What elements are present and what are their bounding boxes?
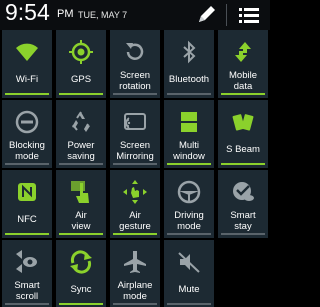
gps-icon <box>68 39 94 65</box>
tile-label: S Beam <box>226 144 260 155</box>
tile-label: GPS <box>70 74 92 85</box>
tile-gps[interactable]: GPS <box>56 30 106 98</box>
tile-label: Driving mode <box>174 210 204 232</box>
tile-label: Wi-Fi <box>15 74 39 85</box>
toggle-state-bar <box>167 303 211 305</box>
tile-power-saving[interactable]: Power saving <box>56 100 106 168</box>
tile-label: Multi window <box>173 140 205 162</box>
status-divider <box>226 4 227 26</box>
tile-label: Air view <box>71 210 91 232</box>
toggle-state-bar <box>221 93 265 95</box>
recycle-icon <box>68 109 94 135</box>
toggle-state-bar <box>167 93 211 95</box>
smart-scroll-icon <box>14 249 40 275</box>
tile-air-gesture[interactable]: Air gesture <box>110 170 160 238</box>
tile-bluetooth[interactable]: Bluetooth <box>164 30 214 98</box>
nfc-icon <box>14 179 40 205</box>
blocking-icon <box>14 109 40 135</box>
toggle-state-bar <box>221 163 265 165</box>
tile-label: Screen rotation <box>119 70 151 92</box>
toggle-state-bar <box>113 163 157 165</box>
tile-label: NFC <box>17 214 37 225</box>
tile-driving-mode[interactable]: Driving mode <box>164 170 214 238</box>
tile-label: Smart stay <box>230 210 256 232</box>
toggle-state-bar <box>113 233 157 235</box>
status-bar: 9:54 PM TUE, MAY 7 <box>0 0 270 30</box>
date-text: TUE, MAY 7 <box>78 10 128 20</box>
tile-label: Smart scroll <box>14 280 40 302</box>
toggle-state-bar <box>5 303 49 305</box>
toggle-state-bar <box>59 163 103 165</box>
tile-nfc[interactable]: NFC <box>2 170 52 238</box>
tile-sync[interactable]: Sync <box>56 240 106 307</box>
quick-settings-panel: 9:54 PM TUE, MAY 7 Wi-Fi GPS Screen rotat… <box>0 0 270 307</box>
tile-label: Mobile data <box>229 70 257 92</box>
mobile-data-icon <box>230 39 256 65</box>
tile-wifi[interactable]: Wi-Fi <box>2 30 52 98</box>
list-icon[interactable] <box>236 2 262 28</box>
tile-smart-stay[interactable]: Smart stay <box>218 170 268 238</box>
tile-mobile-data[interactable]: Mobile data <box>218 30 268 98</box>
tile-screen-mirroring[interactable]: Screen Mirroring <box>110 100 160 168</box>
air-view-icon <box>68 179 94 205</box>
tile-label: Airplane mode <box>117 280 153 302</box>
tile-label: Screen Mirroring <box>116 140 154 162</box>
toggle-state-bar <box>5 163 49 165</box>
toggle-state-bar <box>5 93 49 95</box>
toggle-state-bar <box>59 93 103 95</box>
tile-smart-scroll[interactable]: Smart scroll <box>2 240 52 307</box>
tile-screen-rotation[interactable]: Screen rotation <box>110 30 160 98</box>
toggle-state-bar <box>167 233 211 235</box>
bluetooth-icon <box>176 39 202 65</box>
toggle-state-bar <box>59 233 103 235</box>
tile-label: Bluetooth <box>168 74 210 85</box>
tile-label: Power saving <box>67 140 95 162</box>
pencil-icon[interactable] <box>194 2 220 28</box>
toggle-state-bar <box>59 303 103 305</box>
air-gesture-icon <box>122 179 148 205</box>
clock-time: 9:54 <box>5 0 50 25</box>
s-beam-icon <box>230 109 256 135</box>
toggle-state-bar <box>113 93 157 95</box>
tile-airplane-mode[interactable]: Airplane mode <box>110 240 160 307</box>
clock-ampm: PM <box>57 8 74 20</box>
screen-mirroring-icon <box>122 109 148 135</box>
tile-s-beam[interactable]: S Beam <box>218 100 268 168</box>
tile-air-view[interactable]: Air view <box>56 170 106 238</box>
multi-window-icon <box>176 109 202 135</box>
tile-blocking-mode[interactable]: Blocking mode <box>2 100 52 168</box>
smart-stay-icon <box>230 179 256 205</box>
sync-icon <box>68 249 94 275</box>
tile-label: Mute <box>178 284 200 295</box>
toggle-state-bar <box>167 163 211 165</box>
mute-icon <box>176 249 202 275</box>
tile-label: Blocking mode <box>9 140 45 162</box>
airplane-icon <box>122 249 148 275</box>
steering-wheel-icon <box>176 179 202 205</box>
tile-multi-window[interactable]: Multi window <box>164 100 214 168</box>
tile-label: Air gesture <box>119 210 151 232</box>
toggle-state-bar <box>221 233 265 235</box>
toggle-state-bar <box>113 303 157 305</box>
rotation-icon <box>122 39 148 65</box>
wifi-icon <box>14 39 40 65</box>
tile-mute[interactable]: Mute <box>164 240 214 307</box>
tile-label: Sync <box>70 284 92 295</box>
toggle-state-bar <box>5 233 49 235</box>
